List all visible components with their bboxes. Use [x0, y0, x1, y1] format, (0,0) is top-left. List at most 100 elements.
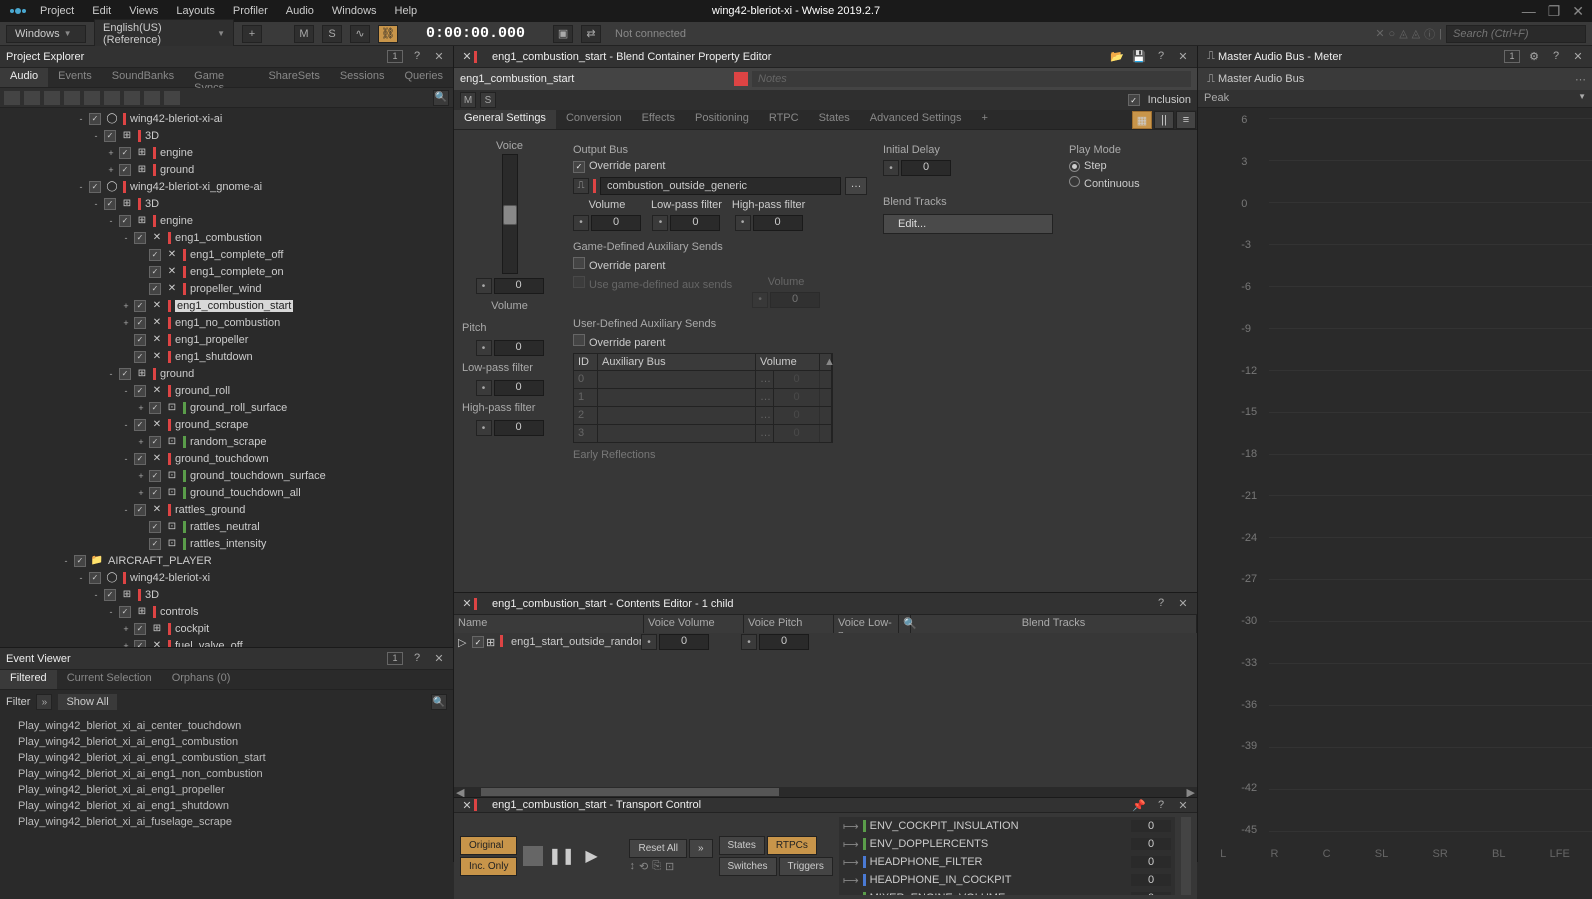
event-row[interactable]: Play_wing42_bleriot_xi_ai_center_touchdo… — [0, 718, 453, 734]
include-checkbox[interactable]: ✓ — [89, 181, 101, 193]
include-checkbox[interactable]: ✓ — [134, 300, 146, 312]
tree-item[interactable]: -✓✕rattles_ground — [0, 501, 453, 518]
close-icon[interactable]: ✕ — [1572, 3, 1584, 20]
peak-row[interactable]: Peak ▼ — [1198, 90, 1592, 108]
connect-button[interactable]: ⇄ — [581, 25, 601, 43]
include-checkbox[interactable]: ✓ — [149, 487, 161, 499]
playmode-step-radio[interactable] — [1069, 161, 1080, 172]
rtpc-value[interactable]: 0 — [1131, 892, 1171, 895]
bus-browse-button[interactable]: … — [845, 177, 867, 195]
tree-tool-7[interactable] — [124, 91, 140, 105]
aux-row[interactable]: 1…0 — [574, 388, 832, 406]
tree-item[interactable]: -✓⊞ground — [0, 365, 453, 382]
contents-scrollbar[interactable]: ◀▶ — [454, 787, 1197, 797]
include-checkbox[interactable]: ✓ — [134, 385, 146, 397]
tree-item[interactable]: ✓✕eng1_complete_on — [0, 263, 453, 280]
tree-item[interactable]: -✓◯wing42-bleriot-xi-ai — [0, 110, 453, 127]
tree-search-icon[interactable]: 🔍 — [433, 90, 449, 106]
close-panel-icon[interactable]: ✕ — [431, 652, 447, 665]
layout-dropdown[interactable]: Windows▼ — [6, 25, 86, 43]
prop-tab-positioning[interactable]: Positioning — [685, 110, 759, 129]
triggers-button[interactable]: Triggers — [779, 857, 833, 876]
filter-value[interactable]: Show All — [58, 694, 116, 710]
view-full-button[interactable]: ▦ — [1132, 111, 1152, 129]
volume-step-icon[interactable]: • — [476, 278, 492, 294]
add-tab-button[interactable]: + — [972, 110, 998, 129]
tree-item[interactable]: -✓✕ground_scrape — [0, 416, 453, 433]
prop-tab-rtpc[interactable]: RTPC — [759, 110, 809, 129]
expand-icon[interactable]: + — [120, 318, 132, 328]
row-pitch[interactable]: 0 — [759, 634, 809, 650]
help-icon[interactable]: ? — [1153, 799, 1169, 812]
tree-item[interactable]: -✓⊞3D — [0, 195, 453, 212]
notes-field[interactable]: Notes — [752, 71, 1191, 87]
stop-button[interactable] — [523, 846, 543, 866]
hpf-step-icon[interactable]: • — [476, 420, 492, 436]
include-checkbox[interactable]: ✓ — [149, 402, 161, 414]
menu-project[interactable]: Project — [40, 5, 74, 17]
delay-value[interactable]: 0 — [901, 160, 951, 176]
delay-step-icon[interactable]: • — [883, 160, 899, 176]
expand-icon[interactable]: - — [105, 216, 117, 226]
override-parent-checkbox[interactable] — [573, 161, 585, 173]
tree-item[interactable]: ✓✕propeller_wind — [0, 280, 453, 297]
col-search-icon[interactable]: 🔍 — [899, 615, 911, 633]
view-list-button[interactable]: ≡ — [1176, 111, 1196, 129]
tab-soundbanks[interactable]: SoundBanks — [102, 68, 184, 87]
expand-icon[interactable]: + — [135, 488, 147, 498]
include-checkbox[interactable]: ✓ — [149, 521, 161, 533]
include-checkbox[interactable]: ✓ — [134, 640, 146, 648]
prop-tab-states[interactable]: States — [809, 110, 860, 129]
bus-menu-icon[interactable]: ⋯ — [1575, 73, 1586, 86]
lang-add-button[interactable]: + — [242, 25, 262, 43]
tab-events[interactable]: Events — [48, 68, 102, 87]
expand-icon[interactable]: - — [120, 454, 132, 464]
tree-tool-9[interactable] — [164, 91, 180, 105]
expand-icon[interactable]: - — [60, 556, 72, 566]
rtpc-value[interactable]: 0 — [1131, 874, 1171, 886]
tree-item[interactable]: -✓◯wing42-bleriot-xi — [0, 569, 453, 586]
pitch-step-icon[interactable]: • — [476, 340, 492, 356]
original-button[interactable]: Original — [460, 836, 517, 855]
contents-body[interactable]: ▷ ⊞ eng1_start_outside_random •0 •0 — [454, 633, 1197, 787]
reset-all-button[interactable]: Reset All — [629, 839, 686, 858]
lpf-step-icon[interactable]: • — [476, 380, 492, 396]
expand-icon[interactable]: + — [135, 471, 147, 481]
include-checkbox[interactable]: ✓ — [89, 572, 101, 584]
include-checkbox[interactable]: ✓ — [104, 589, 116, 601]
object-name-input[interactable] — [460, 73, 730, 85]
rtpc-value[interactable]: 0 — [1131, 838, 1171, 850]
ev-tab[interactable]: Current Selection — [57, 670, 162, 689]
tree-tool-6[interactable] — [104, 91, 120, 105]
expand-icon[interactable]: - — [105, 607, 117, 617]
include-checkbox[interactable]: ✓ — [134, 334, 146, 346]
expand-icon[interactable]: - — [120, 420, 132, 430]
udef-override-checkbox[interactable] — [573, 334, 585, 346]
include-checkbox[interactable]: ✓ — [149, 538, 161, 550]
tab-sharesets[interactable]: ShareSets — [258, 68, 329, 87]
expand-icon[interactable]: + — [120, 624, 132, 634]
aux-row[interactable]: 0…0 — [574, 370, 832, 388]
tree-item[interactable]: -✓◯wing42-bleriot-xi_gnome-ai — [0, 178, 453, 195]
rtpc-scrollbar[interactable] — [1181, 817, 1191, 895]
include-checkbox[interactable]: ✓ — [134, 623, 146, 635]
tree-item[interactable]: -✓✕ground_roll — [0, 382, 453, 399]
tree-tool-2[interactable] — [24, 91, 40, 105]
rtpc-row[interactable]: ⟼ENV_COCKPIT_INSULATION0 — [839, 817, 1175, 835]
color-swatch[interactable] — [734, 72, 748, 86]
tree-item[interactable]: +✓⊡random_scrape — [0, 433, 453, 450]
expand-icon[interactable]: - — [90, 590, 102, 600]
include-checkbox[interactable]: ✓ — [89, 113, 101, 125]
rtpc-row[interactable]: ⟼HEADPHONE_FILTER0 — [839, 853, 1175, 871]
tree-tool-3[interactable] — [44, 91, 60, 105]
include-checkbox[interactable]: ✓ — [74, 555, 86, 567]
panel-num-icon[interactable]: 1 — [387, 652, 403, 665]
tree-item[interactable]: -✓⊞3D — [0, 127, 453, 144]
volume-value[interactable]: 0 — [494, 278, 544, 294]
include-checkbox[interactable]: ✓ — [134, 351, 146, 363]
mute-button[interactable]: M — [460, 92, 476, 108]
event-row[interactable]: Play_wing42_bleriot_xi_ai_eng1_non_combu… — [0, 766, 453, 782]
close-panel-icon[interactable]: ✕ — [431, 50, 447, 63]
bus-vol-value[interactable]: 0 — [591, 215, 641, 231]
tree-item[interactable]: +✓⊞cockpit — [0, 620, 453, 637]
